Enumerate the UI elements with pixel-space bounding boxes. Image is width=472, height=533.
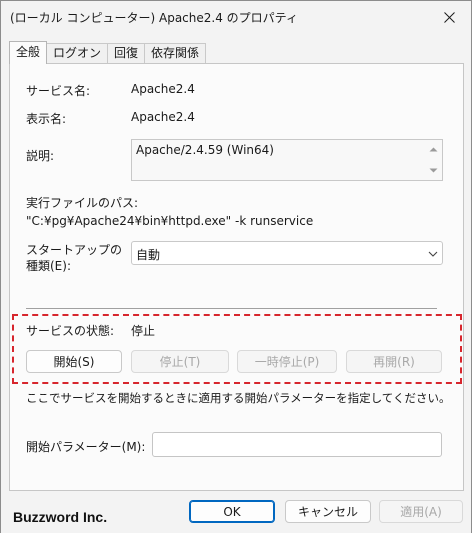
start-button[interactable]: 開始(S) — [26, 350, 122, 373]
title-bar: (ローカル コンピューター) Apache2.4 のプロパティ — [1, 1, 471, 33]
service-status-value: 停止 — [131, 324, 156, 338]
start-params-hint: ここでサービスを開始するときに適用する開始パラメーターを指定してください。 — [26, 391, 451, 405]
tab-general[interactable]: 全般 — [9, 41, 48, 64]
dialog-footer: Buzzword Inc. OK キャンセル 適用(A) — [1, 491, 471, 533]
startup-type-label-line2: 種類(E): — [26, 259, 71, 273]
startup-type-select[interactable]: 自動 — [131, 241, 443, 265]
ok-button[interactable]: OK — [189, 500, 275, 523]
description-text: Apache/2.4.59 (Win64) — [136, 143, 274, 157]
apply-button[interactable]: 適用(A) — [379, 500, 463, 523]
startup-type-value: 自動 — [136, 248, 161, 262]
scroll-down-icon[interactable] — [429, 166, 438, 175]
resume-button[interactable]: 再開(R) — [346, 350, 442, 373]
description-label: 説明: — [26, 149, 55, 163]
window-title: (ローカル コンピューター) Apache2.4 のプロパティ — [10, 11, 298, 25]
exe-path-value: "C:¥pg¥Apache24¥bin¥httpd.exe" -k runser… — [26, 214, 314, 228]
exe-path-label: 実行ファイルのパス: — [26, 196, 139, 210]
tab-logon[interactable]: ログオン — [46, 43, 109, 63]
service-name-label: サービス名: — [26, 84, 91, 98]
close-button[interactable] — [433, 3, 465, 31]
description-box[interactable]: Apache/2.4.59 (Win64) — [131, 139, 443, 181]
tab-recovery[interactable]: 回復 — [107, 43, 146, 63]
service-name-value: Apache2.4 — [131, 82, 195, 96]
pause-button[interactable]: 一時停止(P) — [237, 350, 337, 373]
start-params-input[interactable] — [152, 432, 442, 457]
display-name-value: Apache2.4 — [131, 110, 195, 124]
service-status-label: サービスの状態: — [26, 324, 115, 338]
chevron-down-icon — [428, 251, 438, 257]
start-params-label: 開始パラメーター(M): — [26, 440, 146, 454]
separator — [26, 308, 437, 309]
tab-dependencies[interactable]: 依存関係 — [144, 43, 207, 63]
display-name-label: 表示名: — [26, 112, 67, 126]
general-panel: サービス名: Apache2.4 表示名: Apache2.4 説明: Apac… — [9, 63, 464, 491]
brand-label: Buzzword Inc. — [13, 509, 108, 525]
properties-dialog: (ローカル コンピューター) Apache2.4 のプロパティ 全般 ログオン … — [0, 0, 472, 533]
close-icon — [443, 11, 455, 23]
startup-type-label-line1: スタートアップの — [26, 243, 123, 257]
cancel-button[interactable]: キャンセル — [285, 500, 371, 523]
scroll-up-icon[interactable] — [429, 145, 438, 154]
tab-strip: 全般 ログオン 回復 依存関係 — [9, 41, 207, 64]
stop-button[interactable]: 停止(T) — [131, 350, 229, 373]
